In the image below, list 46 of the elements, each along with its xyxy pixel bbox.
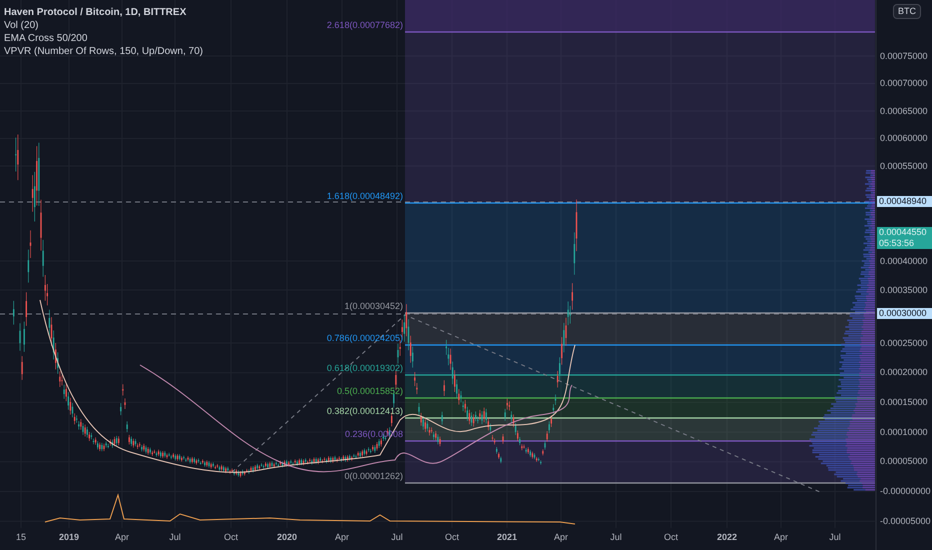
- bar-countdown: 05:53:56: [879, 238, 916, 249]
- price-label: 0.00055000: [880, 160, 928, 172]
- price-label: 0.00020000: [880, 367, 928, 378]
- fib-level-label: 0.786(0.00024205): [326, 333, 403, 344]
- fib-level-label: 0(0.00001262): [344, 471, 403, 482]
- fib-level-label: 0.618(0.00019302): [326, 363, 403, 374]
- time-label: Apr: [774, 531, 788, 543]
- fib-level-label: 0.382(0.00012413): [326, 406, 403, 417]
- time-label: Jul: [610, 531, 622, 543]
- fib-level-label: 2.618(0.00077682): [326, 20, 403, 31]
- price-label: 0.00075000: [880, 50, 928, 62]
- time-label: 2020: [276, 531, 298, 543]
- time-label: Apr: [554, 531, 568, 543]
- price-label: 0.00060000: [880, 133, 928, 144]
- indicator-label: VPVR (Number Of Rows, 150, Up/Down, 70): [4, 45, 203, 58]
- price-value: 0.00030000: [879, 308, 928, 319]
- fib-level-label: 1.618(0.00048492): [326, 191, 403, 202]
- chart-title: Haven Protocol / Bitcoin, 1D, BITTREX: [4, 6, 188, 19]
- time-label: Jul: [169, 531, 181, 543]
- currency-label: BTC: [893, 4, 921, 19]
- price-label: 0.00070000: [880, 78, 928, 89]
- price-label: 0.00035000: [880, 284, 928, 296]
- fib-level-label: 1(0.00030452): [344, 301, 403, 312]
- time-label: Jul: [829, 531, 841, 543]
- time-label: 2019: [58, 531, 80, 543]
- price-label: 0.00025000: [880, 338, 928, 348]
- price-label: 0.00040000: [880, 256, 928, 266]
- time-label: Oct: [445, 531, 459, 543]
- price-label: 0.00015000: [880, 396, 928, 408]
- time-label: Oct: [224, 531, 238, 543]
- time-label: Apr: [335, 531, 349, 543]
- price-label: 0.00005000: [880, 456, 928, 468]
- price-label: 0.00065000: [880, 106, 928, 116]
- time-label: 2021: [496, 531, 518, 543]
- price-label: -0.00005000: [880, 516, 931, 527]
- time-label: Jul: [391, 531, 403, 543]
- price-label: -0.00000000: [880, 486, 931, 497]
- price-value: 0.00044550: [879, 227, 928, 238]
- time-label: 15: [16, 531, 26, 543]
- time-label: Oct: [664, 531, 678, 543]
- indicator-label: Vol (20): [4, 19, 40, 32]
- indicator-label: EMA Cross 50/200: [4, 32, 88, 45]
- price-value: 0.00048940: [879, 196, 928, 207]
- time-label: 2022: [716, 531, 738, 543]
- price-label: 0.00010000: [880, 426, 928, 438]
- time-label: Apr: [115, 531, 129, 543]
